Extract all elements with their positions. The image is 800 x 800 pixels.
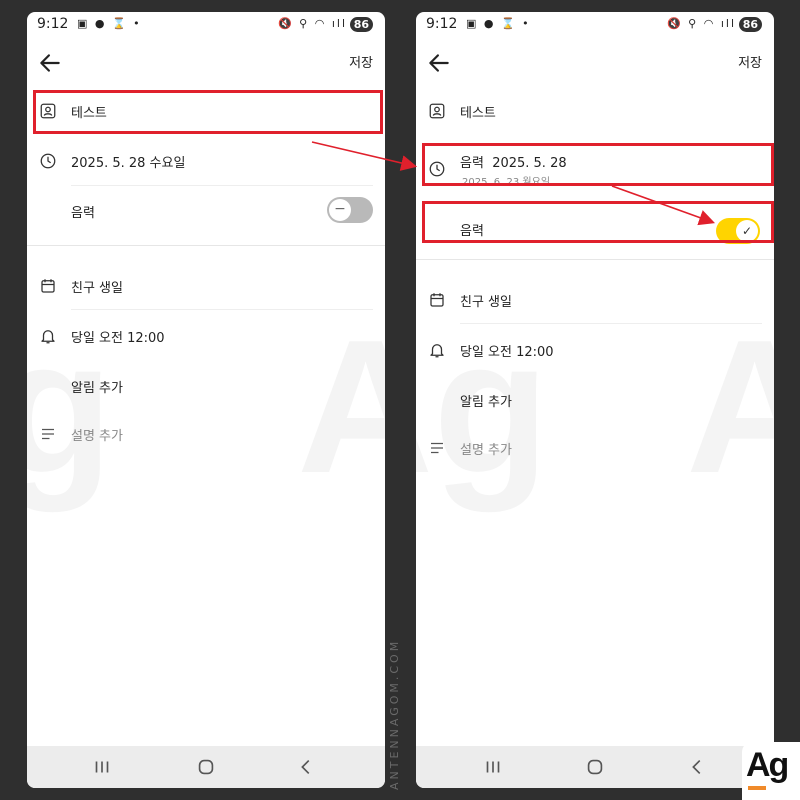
notification-icons: ▣ ● ⌛ •: [466, 17, 531, 30]
event-category: 친구 생일: [71, 281, 123, 296]
site-logo: Ag: [742, 742, 800, 800]
highlight-box-toggle: [422, 201, 774, 243]
highlight-box-title: [33, 90, 383, 134]
lunar-label: 음력: [71, 206, 95, 221]
back-arrow-icon[interactable]: [37, 50, 63, 76]
description-row[interactable]: 설명 추가: [416, 439, 774, 469]
add-alarm-label: 알림 추가: [460, 395, 512, 410]
calendar-icon: [430, 293, 444, 307]
add-description-label: 설명 추가: [71, 429, 123, 444]
clock-icon: [40, 153, 56, 169]
notification-icons: ▣ ● ⌛ •: [77, 17, 142, 30]
alarm-row[interactable]: 당일 오전 12:00: [27, 327, 385, 357]
home-icon[interactable]: [584, 756, 606, 778]
description-lines-icon: [42, 428, 54, 440]
event-category: 친구 생일: [460, 295, 512, 310]
nav-back-icon[interactable]: [295, 756, 317, 778]
status-bar: 9:12 ▣ ● ⌛ • 🔇 ⚲ ◠ ıll 86: [27, 12, 385, 38]
top-bar: 저장: [416, 48, 774, 88]
system-status-icons: 🔇 ⚲ ◠ ıll: [277, 17, 347, 30]
recent-apps-icon[interactable]: [91, 756, 113, 778]
site-watermark: ANTENNAGOM.COM: [388, 638, 401, 790]
divider: [71, 185, 373, 186]
divider: [460, 323, 762, 324]
battery-level: 86: [349, 17, 373, 32]
logo-text: Ag: [746, 746, 789, 784]
bell-icon: [430, 344, 444, 358]
add-alarm-label: 알림 추가: [71, 381, 123, 396]
highlight-box-date: [422, 143, 774, 186]
category-row[interactable]: 친구 생일: [416, 291, 774, 321]
event-title: 테스트: [460, 106, 496, 121]
section-divider: [416, 259, 774, 260]
alarm-row[interactable]: 당일 오전 12:00: [416, 341, 774, 371]
bell-icon: [41, 330, 55, 344]
add-alarm-row[interactable]: 알림 추가: [27, 377, 385, 407]
status-time: 9:12: [426, 16, 458, 32]
title-row[interactable]: 테스트: [416, 100, 774, 130]
description-lines-icon: [431, 442, 443, 454]
home-icon[interactable]: [195, 756, 217, 778]
top-bar: 저장: [27, 48, 385, 88]
alarm-time: 당일 오전 12:00: [71, 331, 165, 346]
contact-tag-icon: [429, 103, 445, 119]
alarm-time: 당일 오전 12:00: [460, 345, 554, 360]
category-row[interactable]: 친구 생일: [27, 277, 385, 307]
phone-screen-after: Ag A 9:12 ▣ ● ⌛ • 🔇 ⚲ ◠ ıll 86 저장 테스트 음력…: [416, 12, 774, 788]
event-date: 2025. 5. 28 수요일: [71, 156, 186, 171]
add-description-label: 설명 추가: [460, 443, 512, 458]
back-arrow-icon[interactable]: [426, 50, 452, 76]
lunar-row[interactable]: 음력 −: [27, 197, 385, 237]
section-divider: [27, 245, 385, 246]
recent-apps-icon[interactable]: [482, 756, 504, 778]
date-row[interactable]: 2025. 5. 28 수요일: [27, 152, 385, 182]
description-row[interactable]: 설명 추가: [27, 425, 385, 455]
save-button[interactable]: 저장: [349, 52, 373, 71]
status-time: 9:12: [37, 16, 69, 32]
status-bar: 9:12 ▣ ● ⌛ • 🔇 ⚲ ◠ ıll 86: [416, 12, 774, 38]
system-nav-bar: [27, 746, 385, 788]
lunar-toggle[interactable]: −: [327, 197, 373, 223]
nav-back-icon[interactable]: [686, 756, 708, 778]
add-alarm-row[interactable]: 알림 추가: [416, 391, 774, 421]
toggle-minus-icon: −: [329, 199, 351, 221]
system-nav-bar: [416, 746, 774, 788]
calendar-icon: [41, 279, 55, 293]
logo-accent-bar: [748, 786, 766, 790]
save-button[interactable]: 저장: [738, 52, 762, 71]
battery-level: 86: [738, 17, 762, 32]
divider: [71, 309, 373, 310]
system-status-icons: 🔇 ⚲ ◠ ıll: [666, 17, 736, 30]
phone-screen-before: g A 9:12 ▣ ● ⌛ • 🔇 ⚲ ◠ ıll 86 저장 테스트 202…: [27, 12, 385, 788]
